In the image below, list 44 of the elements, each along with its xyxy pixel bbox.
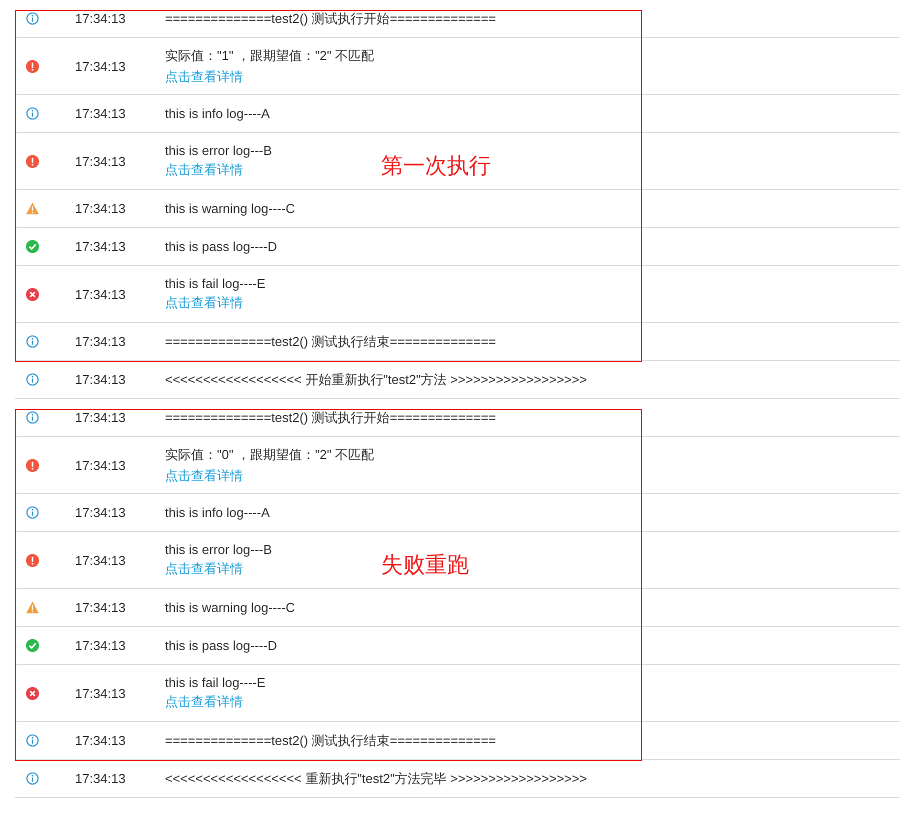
log-time: 17:34:13	[75, 201, 127, 216]
log-time: 17:34:13	[75, 372, 127, 387]
details-link[interactable]: 点击查看详情	[165, 560, 243, 578]
log-message: this is warning log----C	[165, 600, 296, 615]
annotation-label: 第一次执行	[381, 153, 491, 181]
log-time: 17:34:13	[75, 11, 127, 26]
details-link[interactable]: 点击查看详情	[165, 294, 243, 312]
details-link[interactable]: 点击查看详情	[165, 68, 243, 86]
log-message: this is pass log----D	[165, 239, 277, 254]
log-time: 17:34:13	[75, 239, 127, 254]
log-time: 17:34:13	[75, 771, 127, 786]
annotation-label: 失败重跑	[381, 552, 469, 580]
log-time: 17:34:13	[75, 552, 127, 568]
log-message: ==============test2() 测试执行开始==============	[165, 10, 496, 28]
log-time: 17:34:13	[75, 106, 127, 121]
log-time: 17:34:13	[75, 286, 127, 302]
details-link[interactable]: 点击查看详情	[165, 693, 243, 711]
log-time: 17:34:13	[75, 458, 127, 472]
log-message: 实际值："1" ，跟期望值："2" 不匹配	[165, 46, 374, 64]
log-time: 17:34:13	[75, 154, 127, 168]
log-time: 17:34:13	[75, 638, 127, 653]
log-time: 17:34:13	[75, 58, 127, 74]
details-link[interactable]: 点击查看详情	[165, 466, 243, 484]
log-message: this is fail log----E	[165, 675, 266, 690]
log-message: 实际值："0" ，跟期望值："2" 不匹配	[165, 446, 374, 464]
details-link[interactable]: 点击查看详情	[165, 161, 243, 179]
log-time: 17:34:13	[75, 410, 127, 425]
log-time: 17:34:13	[75, 686, 127, 700]
log-time: 17:34:13	[75, 733, 127, 748]
log-message: this is info log----A	[165, 106, 270, 121]
log-message: <<<<<<<<<<<<<<<<<< 开始重新执行"test2"方法 >>>>>>>>>>>>>>>>>>	[165, 370, 587, 388]
log-message: ==============test2() 测试执行结束==============	[165, 732, 496, 750]
log-message: this is fail log----E	[165, 276, 266, 291]
log-message: ==============test2() 测试执行结束==============	[165, 332, 496, 350]
log-time: 17:34:13	[75, 600, 127, 615]
log-message: ==============test2() 测试执行开始==============	[165, 408, 496, 426]
log-message: this is error log---B	[165, 143, 272, 158]
log-message: this is error log---B	[165, 542, 272, 557]
log-message: this is info log----A	[165, 505, 270, 520]
log-time: 17:34:13	[75, 334, 127, 349]
log-time: 17:34:13	[75, 505, 127, 520]
log-message: <<<<<<<<<<<<<<<<<< 重新执行"test2"方法完毕 >>>>>>>>>>>>>>>>>>	[165, 770, 587, 788]
log-message: this is pass log----D	[165, 638, 277, 653]
log-message: this is warning log----C	[165, 201, 296, 216]
